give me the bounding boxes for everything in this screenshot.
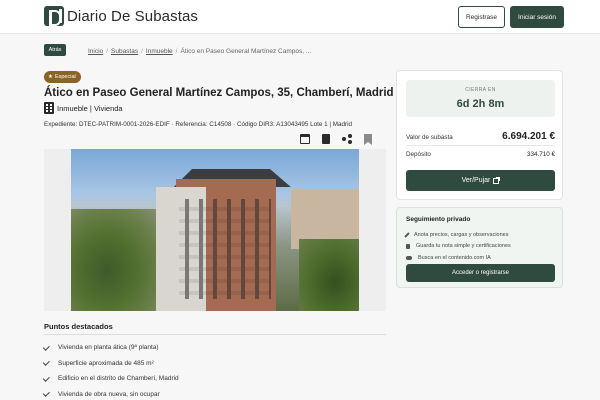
building-windows (179, 199, 271, 299)
external-link-icon (493, 176, 501, 184)
auction-value-row: Valor de subasta 6.694.201 € (406, 131, 555, 142)
listing-title: Ático en Paseo General Martínez Campos, … (44, 87, 394, 99)
auction-value-label: Valor de subasta (406, 134, 453, 141)
logo-mark-icon (44, 6, 64, 26)
building-icon (44, 102, 54, 114)
list-item: Vivienda en planta ática (9ª planta) (42, 340, 179, 356)
pencil-icon (404, 231, 410, 238)
document-icon (406, 243, 410, 249)
list-item: Superficie aproximada de 485 m² (42, 356, 179, 372)
breadcrumb: Inicio / Subastas / Inmueble / Ático en Paseo … (88, 48, 311, 55)
auction-card: CIERRA EN 6d 2h 8m Valor de subasta 6.69… (396, 70, 563, 200)
tracking-item-text: Anota precios, cargas y observaciones (414, 231, 509, 238)
breadcrumb-separator: / (106, 48, 108, 55)
list-item: Vivienda de obra nueva, sin ocupar (42, 387, 179, 400)
clipboard-icon[interactable] (322, 134, 330, 144)
tracking-item-text: Busca en el contenido.com IA (418, 254, 491, 261)
logo-text: Diario De Subastas (67, 7, 199, 25)
highlight-text: Edificio en el distrito de Chamberí, Mad… (58, 375, 179, 383)
check-icon (42, 343, 50, 351)
countdown-label: CIERRA EN (465, 87, 496, 93)
star-icon: ★ (48, 74, 53, 80)
countdown-box: CIERRA EN 6d 2h 8m (406, 80, 555, 117)
highlight-text: Superficie aproximada de 485 m² (58, 359, 154, 367)
top-navbar: Diario De Subastas Registrase Iniciar se… (0, 0, 600, 34)
deposit-row: Depósito 334.710 € (406, 151, 555, 158)
photo-gallery[interactable] (44, 149, 386, 311)
breadcrumb-current: Ático en Paseo General Martínez Campos, … (180, 48, 312, 55)
cloud-icon (406, 255, 412, 260)
check-icon (42, 374, 50, 382)
breadcrumb-separator: / (175, 48, 178, 55)
badge-label: Especial (54, 74, 76, 80)
breadcrumb-inmueble[interactable]: Inmueble (146, 48, 173, 55)
trees-left (71, 209, 161, 311)
tracking-title: Seguimiento privado (406, 216, 471, 223)
auction-value: 6.694.201 € (502, 131, 555, 142)
calendar-add-icon[interactable] (300, 134, 310, 144)
check-icon (42, 359, 50, 367)
listing-actions (300, 134, 372, 145)
category-label: Inmueble | Vivienda (57, 103, 123, 113)
tracking-list: Anota precios, cargas y observaciones Gu… (404, 229, 511, 264)
highlight-text: Vivienda en planta ática (9ª planta) (58, 344, 159, 352)
tracking-item-text: Guarda tu nota simple y certificaciones (416, 243, 511, 250)
breadcrumb-separator: / (141, 48, 143, 55)
list-item: Anota precios, cargas y observaciones (404, 229, 511, 241)
list-item: Edificio en el distrito de Chamberí, Mad… (42, 371, 179, 387)
card-divider (406, 145, 555, 146)
bookmark-icon[interactable] (364, 134, 372, 145)
special-badge: ★ Especial (44, 71, 81, 83)
highlight-text: Vivienda de obra nueva, sin ocupar (58, 390, 160, 398)
deposit-value: 334.710 € (526, 151, 555, 158)
property-photo (71, 149, 359, 311)
list-item: Busca en el contenido.com IA (406, 252, 511, 264)
highlights-title: Puntos destacados (44, 322, 113, 331)
breadcrumb-subastas[interactable]: Subastas (111, 48, 138, 55)
private-tracking-card: Seguimiento privado Anota precios, carga… (396, 207, 563, 288)
listing-category: Inmueble | Vivienda (44, 102, 123, 114)
countdown-value: 6d 2h 8m (456, 98, 505, 110)
list-item: Guarda tu nota simple y certificaciones (406, 241, 511, 253)
access-register-button[interactable]: Acceder o registrarse (406, 264, 555, 282)
share-icon[interactable] (342, 134, 352, 144)
bid-button-label: Ver/Pujar (461, 177, 491, 184)
bid-button[interactable]: Ver/Pujar (406, 170, 555, 191)
login-button[interactable]: Iniciar sesión (510, 6, 564, 28)
listing-meta: Expediente: DTEC-PATRIM-0001-2026-EDIF ·… (44, 121, 353, 128)
breadcrumb-home[interactable]: Inicio (88, 48, 103, 55)
highlights-list: Vivienda en planta ática (9ª planta) Sup… (42, 340, 179, 400)
trees-right (299, 239, 359, 311)
deposit-label: Depósito (406, 151, 431, 158)
check-icon (42, 390, 50, 398)
site-logo[interactable]: Diario De Subastas (44, 6, 198, 26)
back-button[interactable]: Atrás (44, 44, 66, 56)
section-divider (44, 334, 386, 335)
register-button[interactable]: Registrase (458, 6, 505, 28)
